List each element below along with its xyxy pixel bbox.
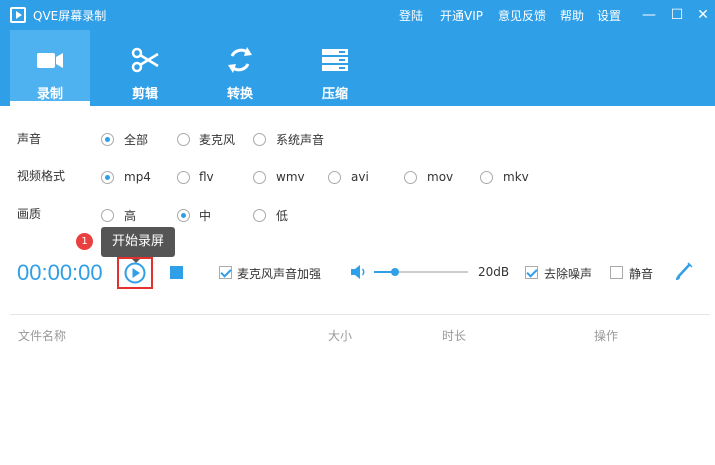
- col-header-actions: 操作: [594, 329, 619, 343]
- tab-edit-label: 剪辑: [131, 87, 158, 102]
- app-logo-icon: [10, 7, 26, 23]
- col-header-duration: 时长: [442, 329, 467, 343]
- close-button[interactable]: ✕: [691, 4, 715, 26]
- sound-option-mic[interactable]: 麦克风: [199, 131, 235, 148]
- format-radio-wmv[interactable]: [253, 171, 266, 184]
- volume-value: 20dB: [478, 265, 510, 279]
- login-link[interactable]: 登陆: [399, 7, 423, 24]
- compress-icon: [322, 49, 348, 71]
- play-icon: [124, 262, 146, 284]
- mic-boost-checkbox[interactable]: [219, 266, 232, 279]
- tab-record-label: 录制: [36, 87, 63, 102]
- format-radio-mp4[interactable]: [101, 171, 114, 184]
- format-radio-mkv[interactable]: [480, 171, 493, 184]
- mic-boost-label[interactable]: 麦克风声音加强: [237, 265, 321, 282]
- active-tab-indicator: [10, 101, 90, 106]
- format-radio-mov[interactable]: [404, 171, 417, 184]
- format-option-wmv[interactable]: wmv: [276, 170, 305, 184]
- quality-radio-high[interactable]: [101, 209, 114, 222]
- convert-icon: [228, 47, 252, 73]
- format-option-avi[interactable]: avi: [351, 170, 369, 184]
- volume-icon[interactable]: [350, 264, 368, 280]
- sound-option-system[interactable]: 系统声音: [276, 131, 324, 148]
- format-option-flv[interactable]: flv: [199, 170, 214, 184]
- mute-label[interactable]: 静音: [629, 265, 653, 282]
- tab-edit[interactable]: 剪辑: [105, 30, 185, 106]
- help-link[interactable]: 帮助: [560, 7, 584, 24]
- col-header-size: 大小: [328, 329, 353, 343]
- start-record-button[interactable]: [117, 257, 153, 289]
- header-bar: QVE屏幕录制 登陆 开通VIP 意见反馈 帮助 设置 — ☐ ✕ 录制 剪辑: [0, 0, 715, 106]
- format-radio-avi[interactable]: [328, 171, 341, 184]
- title-bar: QVE屏幕录制 登陆 开通VIP 意见反馈 帮助 设置 — ☐ ✕: [0, 0, 715, 30]
- volume-slider[interactable]: [374, 268, 468, 276]
- format-label: 视频格式: [17, 169, 66, 183]
- sound-radio-system[interactable]: [253, 133, 266, 146]
- brush-icon[interactable]: [673, 260, 695, 282]
- feedback-link[interactable]: 意见反馈: [498, 7, 546, 24]
- quality-option-low[interactable]: 低: [276, 207, 288, 224]
- maximize-button[interactable]: ☐: [665, 4, 689, 26]
- mute-checkbox[interactable]: [610, 266, 623, 279]
- tab-compress-label: 压缩: [321, 87, 348, 102]
- quality-option-medium[interactable]: 中: [199, 207, 211, 224]
- denoise-checkbox[interactable]: [525, 266, 538, 279]
- vip-link[interactable]: 开通VIP: [440, 7, 483, 24]
- col-header-filename: 文件名称: [18, 329, 67, 343]
- sound-label: 声音: [17, 132, 42, 146]
- quality-radio-medium[interactable]: [177, 209, 190, 222]
- tab-compress[interactable]: 压缩: [295, 30, 375, 106]
- format-radio-flv[interactable]: [177, 171, 190, 184]
- minimize-button[interactable]: —: [637, 4, 661, 26]
- app-title: QVE屏幕录制: [33, 9, 107, 23]
- format-option-mov[interactable]: mov: [427, 170, 453, 184]
- settings-link[interactable]: 设置: [597, 7, 621, 24]
- record-timer: 00:00:00: [17, 260, 103, 285]
- stop-button[interactable]: [170, 266, 183, 279]
- video-camera-icon: [37, 53, 63, 68]
- sound-option-all[interactable]: 全部: [124, 131, 148, 148]
- tab-convert[interactable]: 转换: [200, 30, 280, 106]
- tab-convert-label: 转换: [226, 87, 253, 102]
- quality-label: 画质: [17, 207, 42, 221]
- quality-option-high[interactable]: 高: [124, 207, 136, 224]
- quality-radio-low[interactable]: [253, 209, 266, 222]
- scissors-icon: [131, 47, 159, 73]
- sound-radio-all[interactable]: [101, 133, 114, 146]
- start-record-tooltip: 开始录屏: [101, 227, 175, 263]
- volume-slider-thumb[interactable]: [391, 268, 399, 276]
- format-option-mp4[interactable]: mp4: [124, 170, 151, 184]
- tab-record[interactable]: 录制: [10, 30, 90, 106]
- step-badge: 1: [76, 233, 93, 250]
- sound-radio-mic[interactable]: [177, 133, 190, 146]
- denoise-label[interactable]: 去除噪声: [544, 265, 592, 282]
- table-divider: [10, 314, 710, 315]
- format-option-mkv[interactable]: mkv: [503, 170, 529, 184]
